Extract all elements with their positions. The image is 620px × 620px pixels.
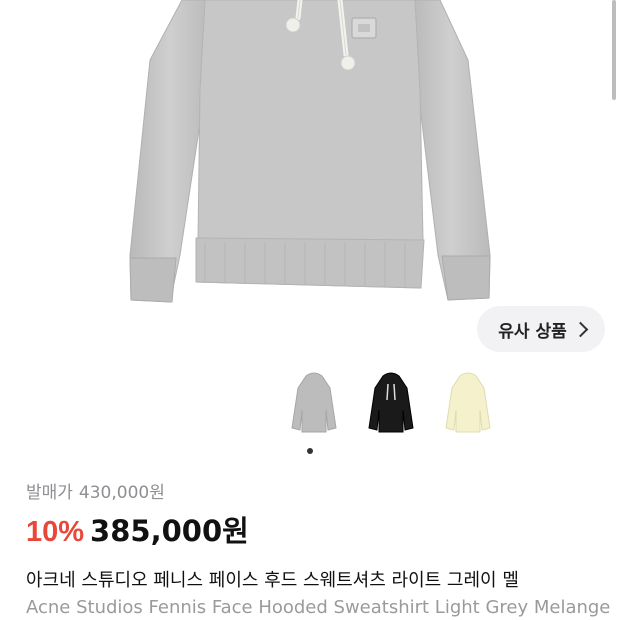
color-thumbnails <box>278 370 504 446</box>
retail-price-value: 430,000원 <box>78 483 165 503</box>
product-title-korean: 아크네 스튜디오 페니스 페이스 후드 스웨트셔츠 라이트 그레이 멜 <box>26 570 519 591</box>
retail-price: 발매가 430,000원 <box>26 478 171 503</box>
hoodie-thumbnail-icon <box>291 372 337 433</box>
sale-price: 385,000원 <box>90 514 249 548</box>
product-title-english: Acne Studios Fennis Face Hooded Sweatshi… <box>26 597 611 618</box>
hoodie-thumbnail-icon <box>368 372 414 433</box>
carousel-indicator-dot <box>307 448 313 454</box>
retail-price-label: 발매가 <box>26 483 73 503</box>
similar-products-button[interactable]: 유사 상품 <box>477 306 605 352</box>
page-scrollbar[interactable] <box>612 0 616 100</box>
thumbnail-black[interactable] <box>361 370 421 440</box>
thumbnail-light-grey[interactable] <box>284 370 344 440</box>
similar-products-label: 유사 상품 <box>498 321 567 342</box>
hoodie-thumbnail-icon <box>445 372 491 433</box>
chevron-right-icon <box>572 321 589 338</box>
discount-rate: 10% <box>26 516 85 548</box>
price-row: 10% 385,000원 <box>26 508 249 550</box>
thumbnail-pale-yellow[interactable] <box>438 370 498 440</box>
